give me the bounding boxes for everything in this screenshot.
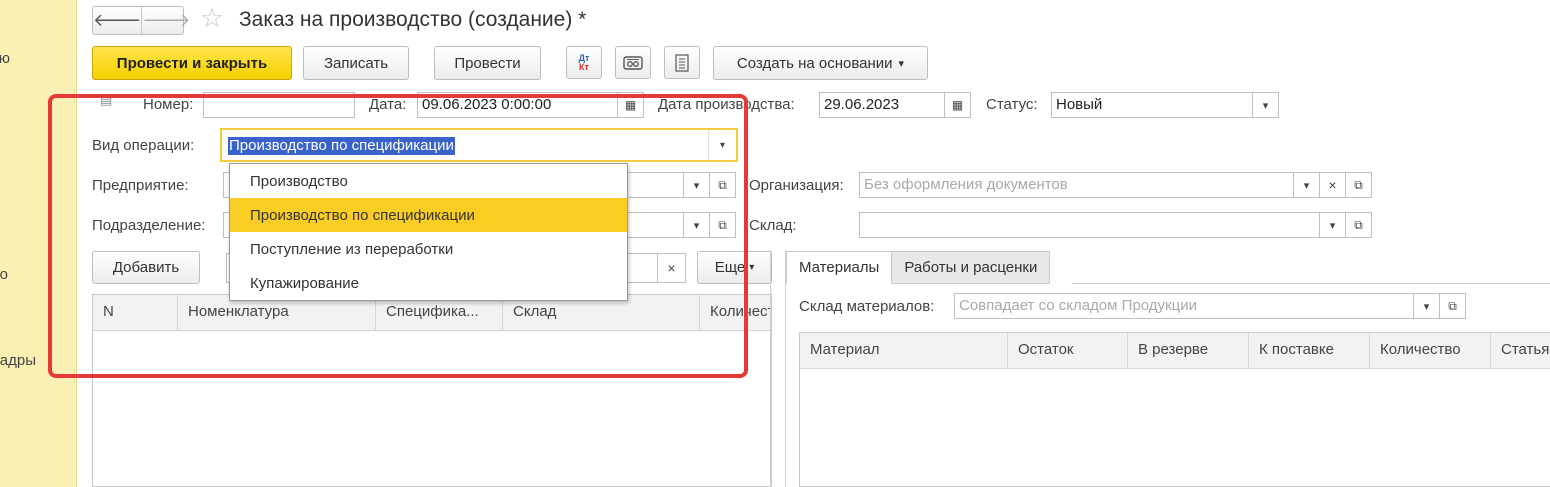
dt-kt-button[interactable]: Дт Кт: [566, 46, 602, 79]
operation-type-dropdown: Производство Производство по спецификаци…: [229, 163, 628, 301]
column-header[interactable]: Статья: [1491, 333, 1550, 369]
open-icon[interactable]: ⧉: [710, 172, 736, 198]
back-arrow-icon[interactable]: 🡐: [93, 7, 143, 34]
list-view-button[interactable]: [664, 46, 700, 79]
production-date-input[interactable]: 29.06.2023: [819, 92, 945, 118]
chevron-down-icon[interactable]: ▾: [1320, 212, 1346, 238]
more-button[interactable]: Еще ▾: [697, 251, 772, 284]
department-label: Подразделение:: [92, 217, 206, 234]
calendar-icon[interactable]: ▦: [945, 92, 971, 118]
structure-icon: [623, 55, 643, 70]
dropdown-option[interactable]: Производство: [230, 164, 627, 198]
post-button[interactable]: Провести: [434, 46, 541, 80]
dropdown-option[interactable]: Поступление из переработки: [230, 232, 627, 266]
materials-table-header: Материал Остаток В резерве К поставке Ко…: [800, 333, 1550, 369]
splitter: [770, 250, 771, 487]
create-based-on-label: Создать на основании: [736, 54, 893, 72]
post-and-close-button[interactable]: Провести и закрыть: [92, 46, 292, 80]
chevron-down-icon[interactable]: ▾: [708, 130, 736, 160]
report-structure-button[interactable]: [615, 46, 651, 79]
organization-input[interactable]: Без оформления документов: [859, 172, 1294, 198]
chevron-down-icon[interactable]: ▾: [1414, 293, 1440, 319]
date-label: Дата:: [369, 96, 407, 113]
left-panel-item[interactable]: о: [0, 266, 8, 283]
tab-materials[interactable]: Материалы: [786, 251, 893, 284]
tab-bar: Материалы Работы и расценки: [786, 251, 1051, 284]
left-panel-item[interactable]: адры: [0, 352, 36, 369]
chevron-down-icon[interactable]: ▾: [1253, 92, 1279, 118]
products-table: N Номенклатура Специфика... Склад Количе…: [92, 294, 772, 487]
calendar-icon[interactable]: ▦: [618, 92, 644, 118]
date-input[interactable]: 09.06.2023 0:00:00: [417, 92, 618, 118]
document-icon: ▤: [100, 92, 113, 107]
open-icon[interactable]: ⧉: [1346, 172, 1372, 198]
materials-warehouse-placeholder: Совпадает со складом Продукции: [959, 297, 1197, 314]
page-title: Заказ на производство (создание) *: [239, 8, 587, 31]
open-icon[interactable]: ⧉: [1346, 212, 1372, 238]
document-list-icon: [675, 53, 689, 72]
column-header[interactable]: Остаток: [1008, 333, 1128, 369]
materials-warehouse-label: Склад материалов:: [799, 298, 935, 315]
column-header[interactable]: К поставке: [1249, 333, 1370, 369]
clear-icon[interactable]: ×: [1320, 172, 1346, 198]
number-input[interactable]: [203, 92, 355, 118]
column-header[interactable]: Количество: [1370, 333, 1491, 369]
organization-placeholder: Без оформления документов: [864, 176, 1068, 193]
forward-arrow-icon[interactable]: 🡒: [142, 7, 190, 34]
chevron-down-icon: ▾: [749, 262, 755, 273]
column-header[interactable]: Количество: [700, 295, 771, 331]
operation-type-label: Вид операции:: [92, 137, 195, 154]
save-button[interactable]: Записать: [303, 46, 409, 80]
column-header[interactable]: N: [93, 295, 178, 331]
left-panel-item[interactable]: ю: [0, 50, 10, 67]
splitter: [785, 250, 786, 487]
status-select[interactable]: Новый: [1051, 92, 1253, 118]
left-section-panel: ю о адры: [0, 0, 77, 487]
materials-table: Материал Остаток В резерве К поставке Ко…: [799, 332, 1550, 487]
organization-label: Организация:: [749, 177, 844, 194]
operation-type-value: Производство по спецификации: [228, 137, 455, 155]
favorite-star-icon[interactable]: ☆: [200, 5, 224, 32]
warehouse-label: Склад:: [749, 217, 797, 234]
add-button[interactable]: Добавить: [92, 251, 200, 284]
chevron-down-icon[interactable]: ▾: [1294, 172, 1320, 198]
chevron-down-icon: ▾: [898, 57, 905, 70]
warehouse-input[interactable]: [859, 212, 1320, 238]
dropdown-option-selected[interactable]: Производство по спецификации: [230, 198, 627, 232]
open-icon[interactable]: ⧉: [710, 212, 736, 238]
materials-warehouse-input[interactable]: Совпадает со складом Продукции: [954, 293, 1414, 319]
clear-search-icon[interactable]: ×: [658, 253, 686, 283]
more-label: Еще: [714, 259, 746, 276]
operation-type-select[interactable]: Производство по спецификации ▾: [220, 128, 738, 162]
number-label: Номер:: [143, 96, 194, 113]
dropdown-option[interactable]: Купажирование: [230, 266, 627, 300]
open-icon[interactable]: ⧉: [1440, 293, 1466, 319]
nav-buttons: 🡐 🡒: [92, 6, 191, 35]
column-header[interactable]: В резерве: [1128, 333, 1249, 369]
enterprise-label: Предприятие:: [92, 177, 189, 194]
chevron-down-icon[interactable]: ▾: [684, 212, 710, 238]
production-date-label: Дата производства:: [658, 96, 795, 113]
tab-divider: [1072, 283, 1550, 284]
tab-works-and-rates[interactable]: Работы и расценки: [892, 251, 1051, 284]
column-header[interactable]: Материал: [800, 333, 1008, 369]
dt-kt-icon: Дт Кт: [578, 52, 590, 72]
chevron-down-icon[interactable]: ▾: [684, 172, 710, 198]
status-label: Статус:: [986, 96, 1038, 113]
create-based-on-button[interactable]: Создать на основании ▾: [713, 46, 928, 80]
